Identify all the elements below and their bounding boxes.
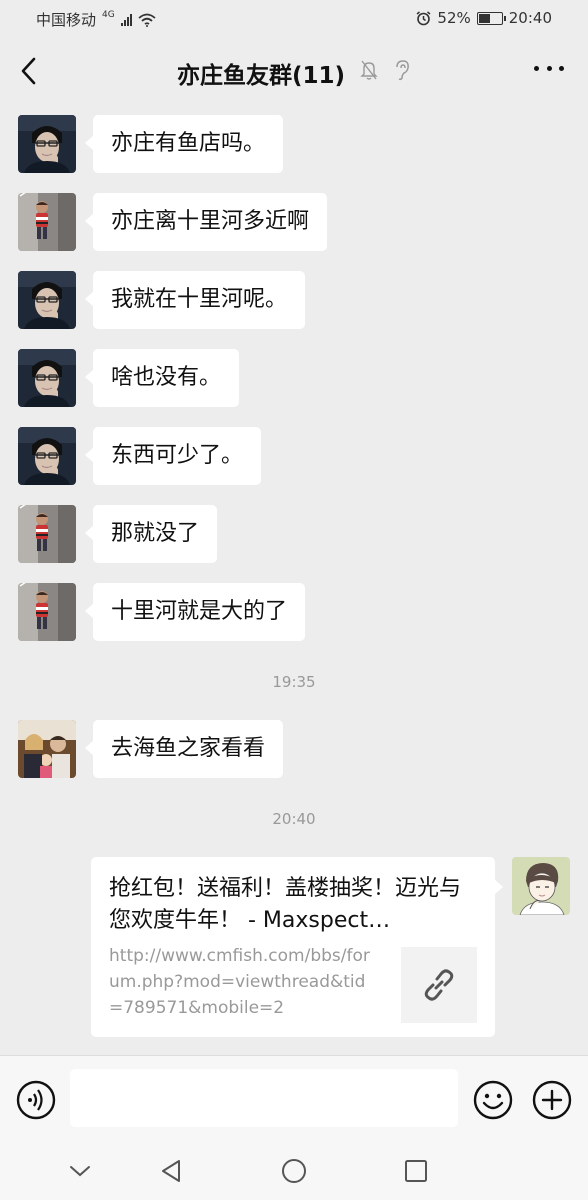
- avatar[interactable]: [18, 505, 76, 563]
- voice-icon: [16, 1080, 56, 1120]
- message-bubble[interactable]: 亦庄离十里河多近啊: [84, 193, 328, 251]
- voice-button[interactable]: [16, 1080, 56, 1124]
- message-bubble[interactable]: 亦庄有鱼店吗。: [84, 115, 284, 173]
- more-dots-icon: [534, 66, 539, 71]
- message-bubble[interactable]: 去海鱼之家看看: [84, 720, 284, 778]
- message-bubble[interactable]: 啥也没有。: [84, 349, 240, 407]
- plus-icon: [532, 1080, 572, 1120]
- status-left: 中国移动 4G: [36, 9, 156, 30]
- link-card-message[interactable]: 抢红包！送福利！盖楼抽奖！迈光与您欢度牛年！ - Maxspect… http:…: [91, 857, 503, 1037]
- avatar[interactable]: [18, 193, 76, 251]
- link-card-thumbnail: [401, 947, 477, 1023]
- system-home-button[interactable]: [280, 1157, 308, 1189]
- more-functions-button[interactable]: [532, 1080, 572, 1124]
- hide-nav-button[interactable]: [66, 1157, 94, 1189]
- message-bubble[interactable]: 那就没了: [84, 505, 218, 563]
- network-type: 4G: [102, 9, 115, 20]
- link-card-url: http://www.cmfish.com/bbs/forum.php?mod=…: [109, 946, 370, 1018]
- message-bubble[interactable]: 东西可少了。: [84, 427, 262, 485]
- recents-square-icon: [405, 1160, 427, 1182]
- wifi-icon: [138, 13, 156, 27]
- chat-title: 亦庄鱼友群(11): [176, 63, 345, 89]
- link-icon: [424, 969, 454, 1001]
- back-triangle-icon: [162, 1160, 180, 1182]
- chat-header: 亦庄鱼友群(11): [0, 36, 588, 106]
- emoji-icon: [473, 1080, 513, 1120]
- message-input[interactable]: [70, 1069, 458, 1127]
- more-button[interactable]: [534, 66, 564, 76]
- message-timestamp: 20:40: [272, 810, 316, 828]
- system-navigation-bar: [0, 1145, 588, 1200]
- signal-icon: [120, 13, 132, 26]
- avatar[interactable]: [18, 115, 76, 173]
- ear-icon: [393, 59, 411, 87]
- avatar[interactable]: [18, 720, 76, 778]
- avatar[interactable]: [18, 349, 76, 407]
- chevron-down-icon: [70, 1166, 90, 1177]
- message-bubble[interactable]: 十里河就是大的了: [84, 583, 306, 641]
- battery-icon: [476, 11, 506, 25]
- carrier-label: 中国移动: [36, 11, 97, 29]
- message-bubble[interactable]: 我就在十里河呢。: [84, 271, 306, 329]
- system-recents-button[interactable]: [402, 1157, 430, 1189]
- emoji-button[interactable]: [473, 1080, 513, 1124]
- message-timestamp: 19:35: [272, 673, 316, 691]
- home-circle-icon: [282, 1159, 306, 1183]
- bell-off-icon: [359, 59, 379, 87]
- system-back-button[interactable]: [158, 1157, 186, 1189]
- battery-percent: 52%: [437, 9, 471, 27]
- avatar[interactable]: [18, 583, 76, 641]
- alarm-icon: [416, 10, 431, 25]
- avatar[interactable]: [18, 427, 76, 485]
- avatar[interactable]: [18, 271, 76, 329]
- input-bar: [0, 1055, 588, 1145]
- link-card-title: 抢红包！送福利！盖楼抽奖！迈光与您欢度牛年！ - Maxspect…: [109, 876, 462, 933]
- chat-title-wrap: 亦庄鱼友群(11): [0, 56, 588, 90]
- status-bar: 中国移动 4G 52% 20:40: [0, 0, 588, 36]
- self-avatar[interactable]: [512, 857, 570, 915]
- status-right: 52% 20:40: [416, 9, 552, 27]
- clock: 20:40: [508, 9, 552, 27]
